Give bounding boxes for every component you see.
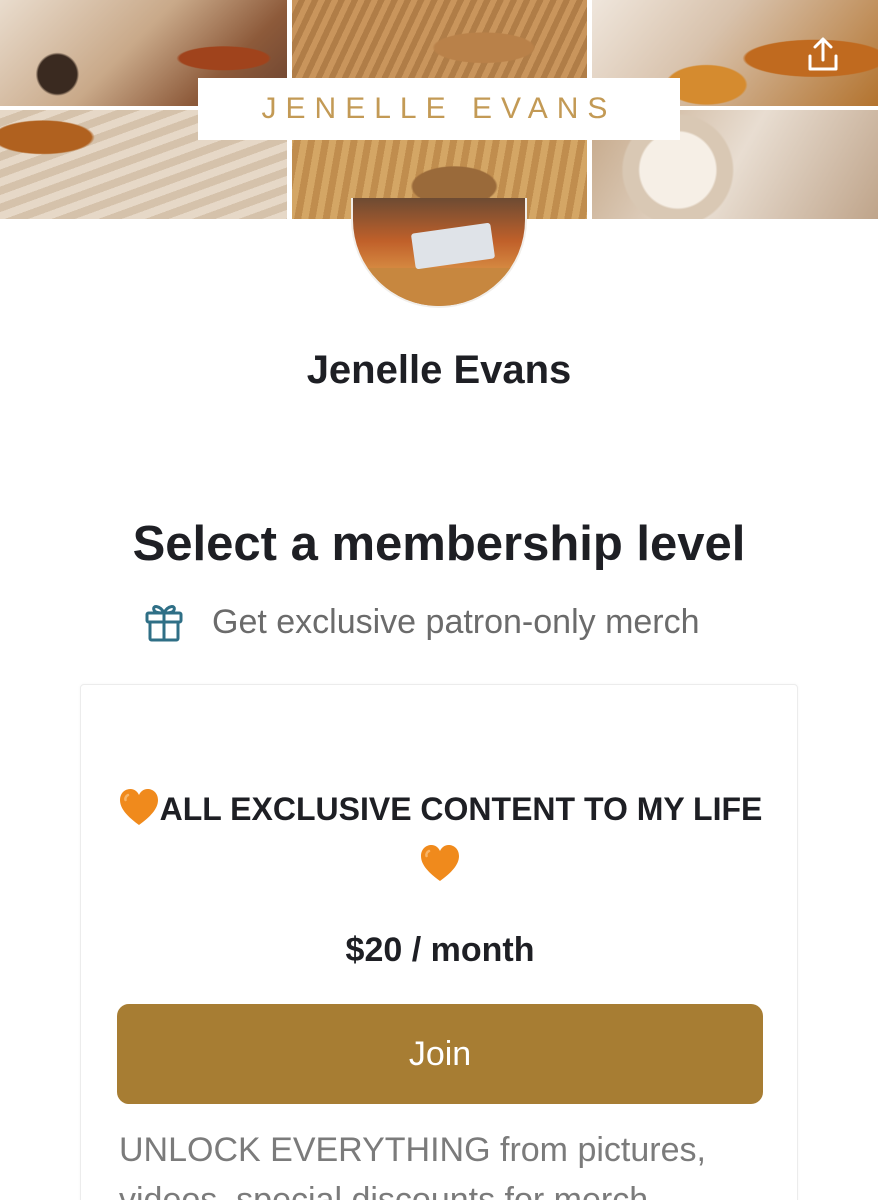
perk-text: Get exclusive patron-only merch bbox=[212, 602, 700, 641]
gift-icon bbox=[145, 605, 183, 642]
banner-title-box: JENELLE EVANS bbox=[198, 78, 680, 140]
tier-description: UNLOCK EVERYTHING from pictures, videos,… bbox=[119, 1131, 706, 1200]
banner-title: JENELLE EVANS bbox=[261, 92, 617, 125]
join-button[interactable]: Join bbox=[117, 1004, 763, 1104]
tier-title-text: ALL EXCLUSIVE CONTENT TO MY LIFE bbox=[159, 791, 763, 827]
tier-title: ALL EXCLUSIVE CONTENT TO MY LIFE bbox=[111, 781, 769, 893]
orange-heart-icon bbox=[421, 845, 459, 881]
share-button[interactable] bbox=[800, 32, 846, 78]
perk-row: Get exclusive patron-only merch bbox=[144, 598, 700, 646]
share-upload-icon bbox=[808, 37, 838, 71]
tier-card[interactable]: ALL EXCLUSIVE CONTENT TO MY LIFE $20 / m… bbox=[80, 684, 798, 1200]
membership-heading: Select a membership level bbox=[132, 517, 746, 571]
creator-name: Jenelle Evans bbox=[306, 348, 572, 392]
avatar[interactable] bbox=[351, 198, 527, 308]
tier-price: $20 / month bbox=[345, 931, 535, 969]
cover-banner: JENELLE EVANS bbox=[0, 0, 878, 219]
orange-heart-icon bbox=[119, 789, 158, 825]
